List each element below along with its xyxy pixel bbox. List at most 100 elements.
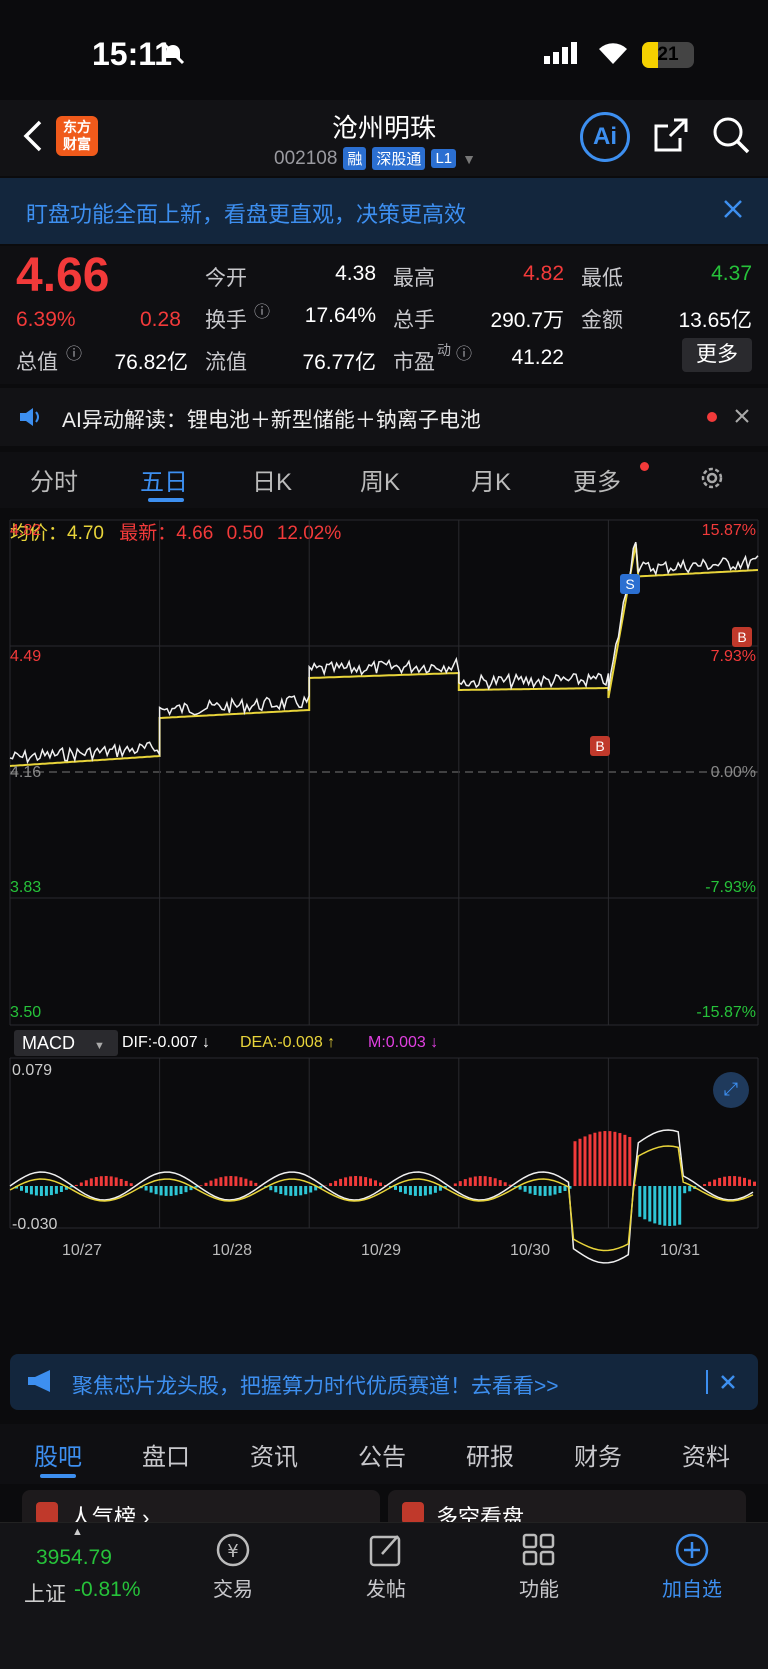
volume-value: 290.7万 bbox=[490, 309, 564, 332]
macd-bar bbox=[608, 1131, 612, 1187]
index-name[interactable]: 上证 bbox=[24, 1578, 66, 1608]
macd-bar bbox=[708, 1181, 712, 1187]
status-bar: 15:11 21 bbox=[0, 0, 768, 100]
low-label: 最低 bbox=[581, 267, 623, 290]
open-value: 4.38 bbox=[335, 262, 376, 285]
tab-more[interactable]: 更多 bbox=[573, 462, 621, 497]
macd-bar bbox=[94, 1177, 98, 1186]
tab-orderbook[interactable]: 盘口 bbox=[142, 1437, 190, 1472]
close-icon[interactable] bbox=[722, 198, 744, 225]
macd-bar bbox=[718, 1177, 722, 1187]
macd-bar bbox=[54, 1186, 58, 1194]
promo-text[interactable]: 聚焦芯片龙头股，把握算力时代优质赛道！去看看>> bbox=[72, 1370, 559, 1400]
close-icon[interactable] bbox=[734, 408, 750, 429]
macd-bar bbox=[428, 1186, 432, 1195]
amount-value: 13.65亿 bbox=[678, 309, 752, 332]
change-amount: 0.28 bbox=[140, 308, 181, 331]
macd-bar bbox=[354, 1176, 358, 1187]
more-button[interactable]: 更多 bbox=[682, 338, 752, 372]
info-icon[interactable]: ⓘ bbox=[66, 340, 82, 364]
macd-bar bbox=[329, 1183, 333, 1187]
grid-icon bbox=[499, 1532, 579, 1573]
info-icon[interactable]: ⓘ bbox=[456, 340, 472, 364]
share-icon[interactable] bbox=[652, 116, 690, 159]
functions-button[interactable]: 功能 bbox=[499, 1532, 579, 1602]
tab-intraday[interactable]: 分时 bbox=[30, 462, 78, 497]
macd-bar bbox=[399, 1186, 402, 1193]
macd-bar bbox=[279, 1186, 283, 1194]
tab-profile[interactable]: 资料 bbox=[682, 1437, 730, 1472]
date-label: 10/27 bbox=[62, 1242, 103, 1259]
caret-down-icon[interactable]: ▼ bbox=[462, 151, 476, 167]
tab-research[interactable]: 研报 bbox=[466, 1437, 514, 1472]
bull-bear-card[interactable]: 多空看盘 bbox=[388, 1490, 746, 1530]
tab-five-day[interactable]: 五日 bbox=[140, 462, 188, 497]
macd-bar bbox=[418, 1186, 422, 1196]
macd-bar bbox=[169, 1186, 173, 1196]
macd-bar bbox=[219, 1177, 223, 1187]
post-button[interactable]: 发帖 bbox=[346, 1532, 426, 1602]
macd-bar bbox=[578, 1138, 582, 1186]
index-percent[interactable]: -0.81% bbox=[74, 1578, 141, 1602]
add-watchlist-button[interactable]: 加自选 bbox=[652, 1532, 732, 1602]
macd-m: M:0.003 ↓ bbox=[368, 1034, 439, 1051]
active-tab-indicator bbox=[148, 498, 184, 502]
yen-icon: ¥ bbox=[193, 1532, 273, 1573]
macd-bar bbox=[673, 1186, 677, 1226]
tab-announcements[interactable]: 公告 bbox=[358, 1437, 406, 1472]
index-value[interactable]: 3954.79 bbox=[36, 1546, 112, 1570]
stock-code-row: 002108 融 深股通 L1 ▼ bbox=[274, 147, 476, 170]
date-label: 10/31 bbox=[660, 1242, 701, 1259]
tab-daily-k[interactable]: 日K bbox=[252, 462, 292, 497]
amount-label: 金额 bbox=[581, 309, 623, 332]
y-right-3: 0.00% bbox=[710, 764, 756, 781]
date-label: 10/28 bbox=[212, 1242, 253, 1259]
info-icon[interactable]: ⓘ bbox=[254, 298, 270, 322]
tab-forum[interactable]: 股吧 bbox=[34, 1437, 82, 1472]
gear-icon[interactable] bbox=[698, 464, 726, 497]
close-icon[interactable] bbox=[720, 1374, 736, 1395]
buy-marker[interactable]: B bbox=[590, 736, 610, 756]
macd-bar bbox=[613, 1131, 617, 1187]
add-watchlist-label: 加自选 bbox=[662, 1579, 722, 1601]
macd-bar bbox=[49, 1186, 53, 1196]
macd-bar bbox=[588, 1134, 592, 1186]
macd-bar bbox=[553, 1186, 557, 1195]
tab-financials[interactable]: 财务 bbox=[574, 1437, 622, 1472]
macd-bar bbox=[234, 1176, 238, 1187]
macd-bar bbox=[458, 1181, 462, 1187]
five-day-chart[interactable]: 均价：4.70 最新：4.66 0.50 12.02% 4.82 4.49 4.… bbox=[0, 510, 768, 1330]
y-left-4: 3.83 bbox=[10, 879, 42, 896]
macd-bar bbox=[668, 1186, 672, 1226]
macd-bar bbox=[364, 1177, 368, 1186]
ai-icon[interactable]: Ai bbox=[580, 112, 630, 162]
banner-text[interactable]: 盯盘功能全面上新，看盘更直观，决策更高效 bbox=[26, 197, 466, 229]
buy-marker[interactable]: B bbox=[732, 627, 752, 647]
tab-news[interactable]: 资讯 bbox=[250, 1437, 298, 1472]
macd-bar bbox=[269, 1186, 273, 1191]
signal-icon bbox=[544, 42, 580, 69]
expand-icon[interactable]: ⤢ bbox=[713, 1072, 749, 1108]
popularity-card[interactable]: 人气榜 › bbox=[22, 1490, 380, 1530]
tab-monthly-k[interactable]: 月K bbox=[471, 462, 511, 497]
macd-bar bbox=[59, 1186, 63, 1192]
macd-bar bbox=[713, 1179, 717, 1187]
macd-selector[interactable]: MACD ▼ bbox=[14, 1030, 118, 1056]
macd-bar bbox=[274, 1186, 278, 1193]
stock-code: 002108 bbox=[274, 147, 338, 169]
date-label: 10/30 bbox=[510, 1242, 551, 1259]
tab-weekly-k[interactable]: 周K bbox=[360, 462, 400, 497]
search-icon[interactable] bbox=[712, 116, 752, 161]
macd-bar bbox=[174, 1186, 178, 1196]
battery-level: 21 bbox=[657, 44, 679, 65]
macd-bar bbox=[463, 1179, 467, 1187]
sell-marker[interactable]: S bbox=[620, 574, 640, 594]
macd-bar bbox=[254, 1182, 258, 1186]
macd-bar bbox=[79, 1182, 83, 1186]
macd-bar bbox=[44, 1186, 48, 1196]
macd-bar bbox=[743, 1177, 746, 1186]
ai-insight-text[interactable]: AI异动解读：锂电池＋新型储能＋钠离子电池 bbox=[62, 404, 481, 434]
low-value: 4.37 bbox=[711, 262, 752, 285]
trade-button[interactable]: ¥ 交易 bbox=[193, 1532, 273, 1602]
wifi-icon bbox=[596, 40, 630, 71]
